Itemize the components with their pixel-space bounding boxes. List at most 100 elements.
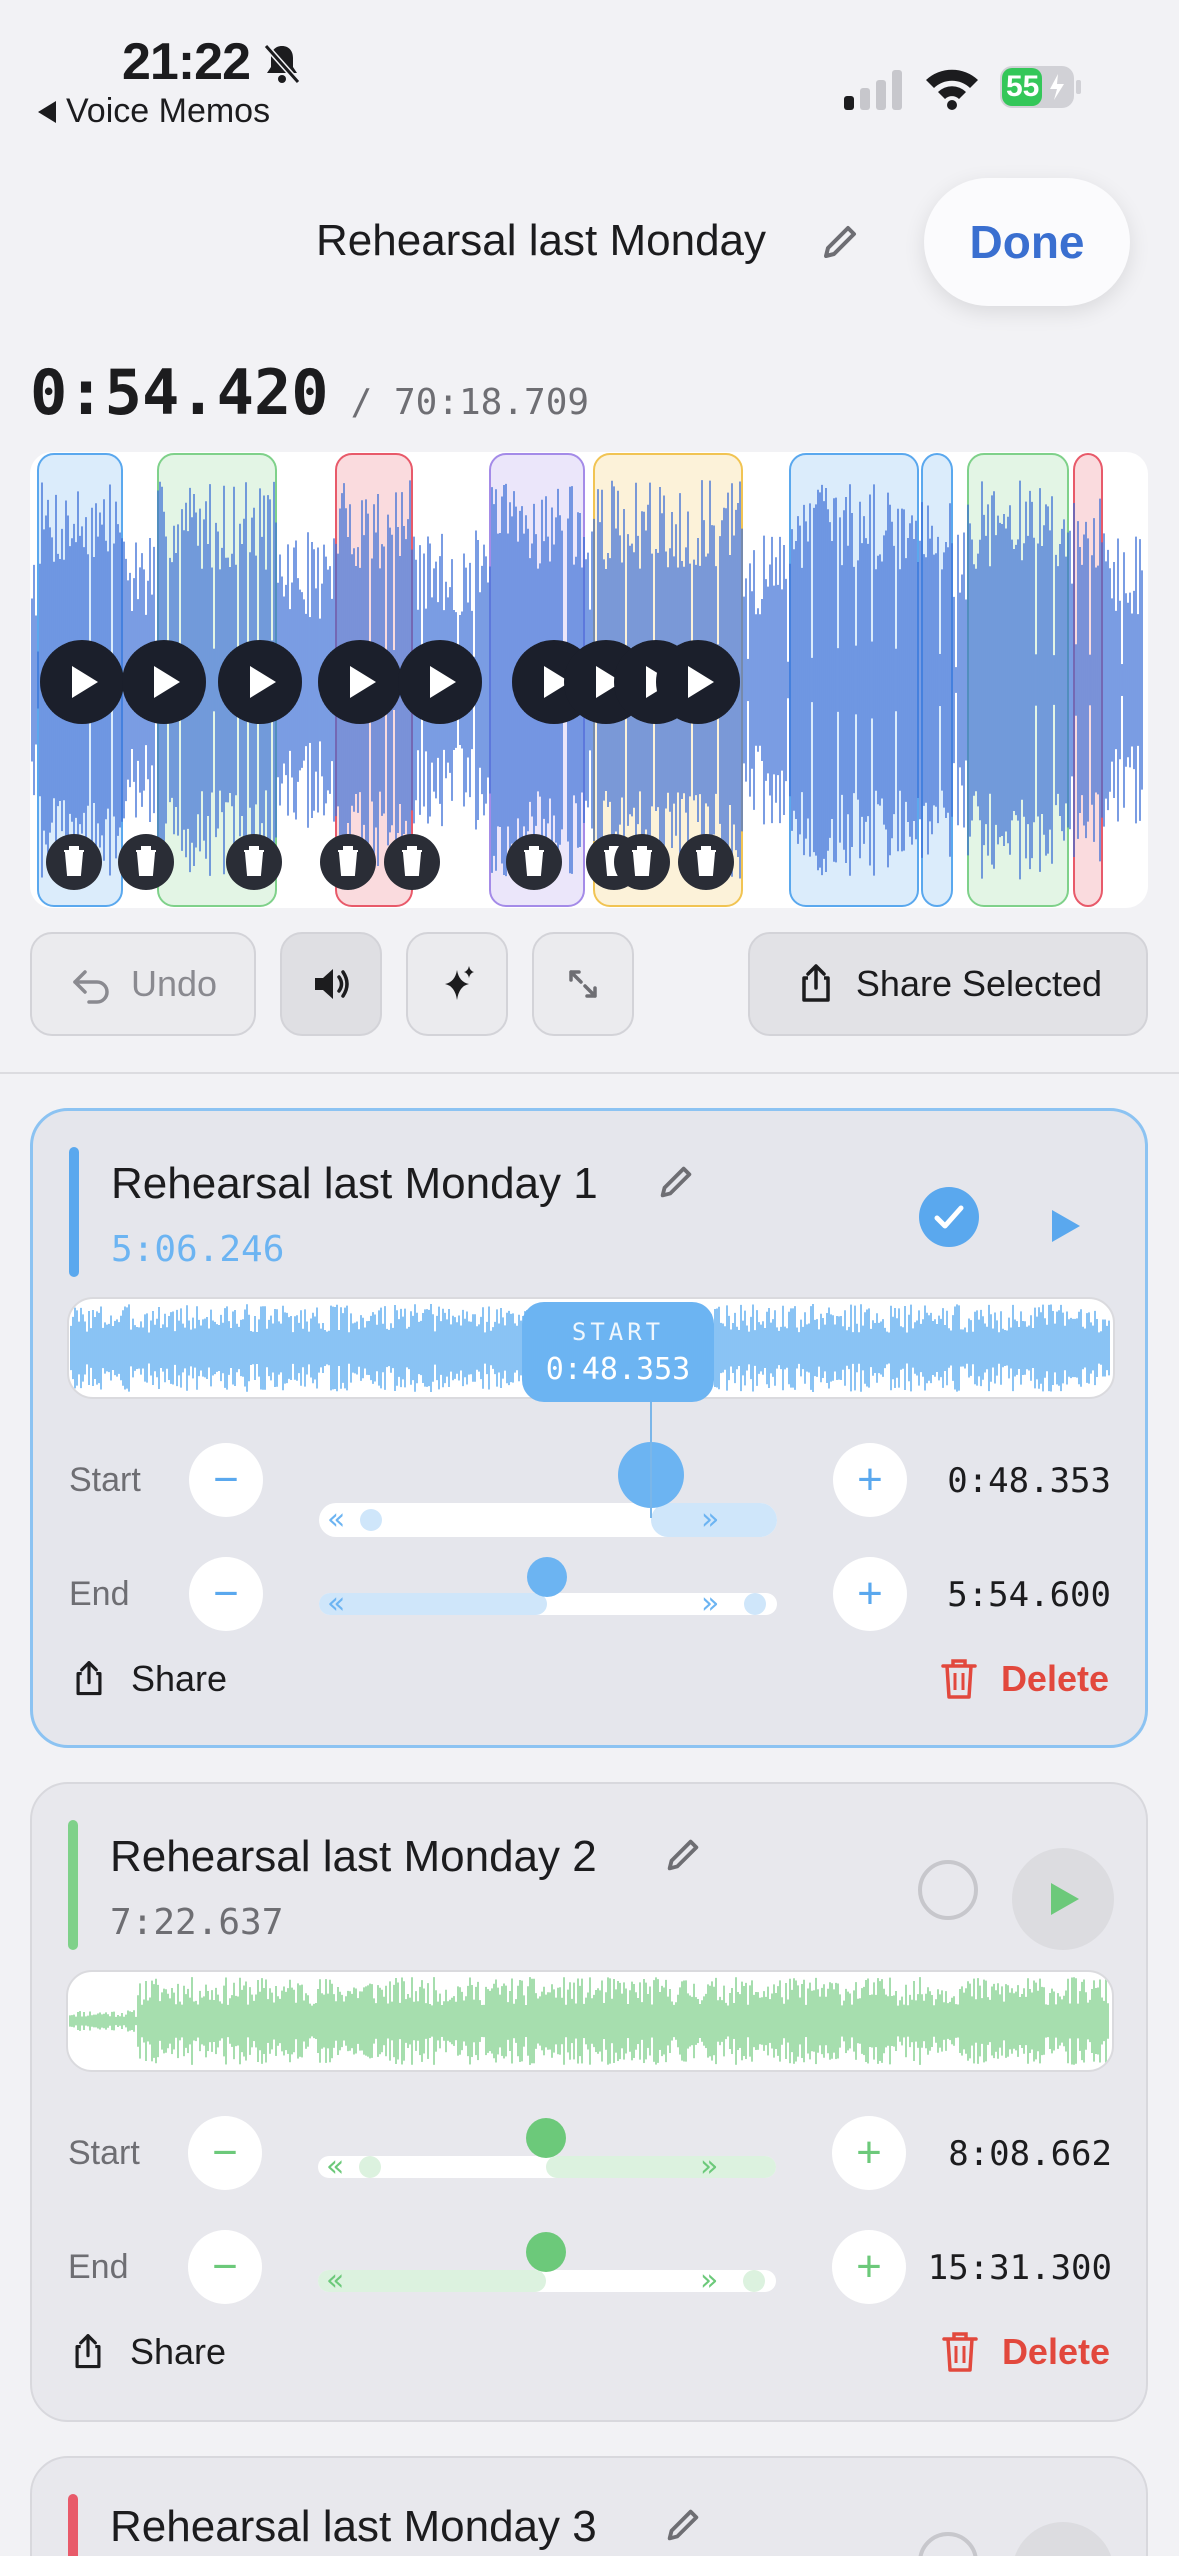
undo-label: Undo [130, 963, 218, 1004]
expand-button[interactable] [532, 932, 634, 1036]
end-increment-button[interactable]: + [832, 2230, 906, 2304]
start-slider[interactable]: « » [319, 1441, 777, 1541]
overview-waveform-graphic[interactable] [30, 452, 1148, 908]
speaker-icon [315, 969, 349, 999]
start-decrement-button[interactable]: − [188, 2116, 262, 2190]
svg-text:«: « [326, 2263, 344, 2298]
select-checkbox[interactable] [918, 1860, 978, 1920]
status-bar: 21:22 Voice Memos 55 [0, 0, 1179, 140]
bell-slash-icon [263, 44, 301, 84]
clip-duration: 5:06.246 [111, 1229, 285, 1270]
share-selected-label: Share Selected [855, 963, 1103, 1004]
share-clip-button[interactable]: Share [69, 1657, 227, 1701]
share-selected-button[interactable]: Share Selected [748, 932, 1148, 1036]
delete-clip-button[interactable]: Delete [939, 1657, 1109, 1701]
end-slider[interactable]: « » [319, 1555, 777, 1625]
end-decrement-button[interactable]: − [189, 1557, 263, 1631]
select-checkbox[interactable] [919, 1187, 979, 1247]
clip-waveform[interactable] [66, 1970, 1114, 2072]
svg-text:«: « [327, 1502, 345, 1537]
svg-text:»: » [701, 1502, 719, 1537]
share-label: Share [131, 1658, 228, 1699]
end-increment-button[interactable]: + [833, 1557, 907, 1631]
clip-title[interactable]: Rehearsal last Monday 2 [110, 1832, 597, 1882]
svg-text:»: » [700, 2149, 718, 2184]
status-time: 21:22 [122, 33, 251, 91]
clip-card-1[interactable]: Rehearsal last Monday 1 5:06.246 Start −… [30, 1108, 1148, 1748]
clip-title[interactable]: Rehearsal last Monday 1 [111, 1159, 598, 1209]
pencil-icon[interactable] [818, 220, 862, 264]
start-marker-tag[interactable]: START 0:48.353 [522, 1302, 714, 1402]
pencil-icon[interactable] [662, 1834, 704, 1876]
undo-icon [73, 970, 109, 1004]
delete-label: Delete [1000, 1658, 1109, 1699]
trash-icon [136, 846, 156, 876]
clip-card-3[interactable]: Rehearsal last Monday 3 [30, 2456, 1148, 2556]
start-tag-value: 0:48.353 [545, 1352, 691, 1387]
clip-color-bar [68, 1820, 78, 1950]
svg-text:»: » [700, 2263, 718, 2298]
start-value: 0:48.353 [947, 1461, 1111, 1501]
done-button[interactable]: Done [924, 178, 1130, 306]
trash-icon [338, 846, 358, 876]
play-clip-button[interactable] [1012, 2522, 1114, 2556]
play-icon [1051, 1883, 1079, 1915]
start-value: 8:08.662 [948, 2134, 1112, 2174]
trash-icon [524, 846, 544, 876]
share-clip-button[interactable]: Share [68, 2330, 226, 2374]
volume-button[interactable] [280, 932, 382, 1036]
trash-icon [941, 1659, 977, 1699]
end-value: 5:54.600 [947, 1575, 1111, 1615]
waveform-bars [69, 1977, 1109, 2065]
delete-clip-button[interactable]: Delete [940, 2330, 1110, 2374]
clip-card-2[interactable]: Rehearsal last Monday 2 7:22.637 Start −… [30, 1782, 1148, 2422]
end-label: End [68, 2248, 129, 2286]
svg-text:«: « [326, 2149, 344, 2184]
current-time: 0:54.420 [30, 356, 329, 429]
trash-icon [632, 846, 652, 876]
clip-waveform-graphic [69, 1977, 1109, 2065]
battery-percent: 55 [1006, 70, 1040, 103]
play-clip-button[interactable] [1012, 1848, 1114, 1950]
pencil-icon[interactable] [662, 2504, 704, 2546]
share-icon [75, 2334, 101, 2369]
delete-label: Delete [1001, 2331, 1110, 2372]
sparkles-icon [445, 966, 474, 1000]
back-label: Voice Memos [66, 92, 271, 130]
overview-waveform[interactable] [30, 452, 1148, 908]
share-icon [76, 1661, 102, 1696]
pencil-icon[interactable] [655, 1161, 697, 1203]
svg-text:«: « [327, 1586, 345, 1621]
clip-color-bar [69, 1147, 79, 1277]
expand-arrows-icon [569, 970, 597, 998]
start-increment-button[interactable]: + [833, 1443, 907, 1517]
play-icon [1052, 1210, 1080, 1242]
checkmark-icon [934, 1205, 964, 1229]
start-increment-button[interactable]: + [832, 2116, 906, 2190]
trash-icon [244, 846, 264, 876]
undo-button[interactable]: Undo [30, 932, 256, 1036]
trash-icon [402, 846, 422, 876]
battery-indicator: 55 [1000, 66, 1082, 108]
start-decrement-button[interactable]: − [189, 1443, 263, 1517]
enhance-button[interactable] [406, 932, 508, 1036]
memo-title[interactable]: Rehearsal last Monday [316, 216, 766, 266]
share-label: Share [130, 2331, 227, 2372]
back-to-voice-memos[interactable]: Voice Memos [38, 92, 270, 131]
start-marker-line [650, 1400, 652, 1518]
start-tag-label: START [571, 1318, 665, 1346]
end-label: End [69, 1575, 130, 1613]
trash-icon [942, 2332, 978, 2372]
wifi-icon [926, 69, 978, 110]
start-slider[interactable]: « » [318, 2118, 776, 2188]
start-label: Start [68, 2134, 140, 2172]
play-clip-button[interactable] [1013, 1175, 1115, 1277]
svg-text:»: » [701, 1586, 719, 1621]
end-decrement-button[interactable]: − [188, 2230, 262, 2304]
select-checkbox[interactable] [918, 2532, 978, 2556]
clip-title[interactable]: Rehearsal last Monday 3 [110, 2502, 597, 2552]
back-arrow-icon [38, 100, 56, 123]
start-label: Start [69, 1461, 141, 1499]
clip-duration: 7:22.637 [110, 1902, 284, 1943]
end-slider[interactable]: « » [318, 2232, 776, 2302]
